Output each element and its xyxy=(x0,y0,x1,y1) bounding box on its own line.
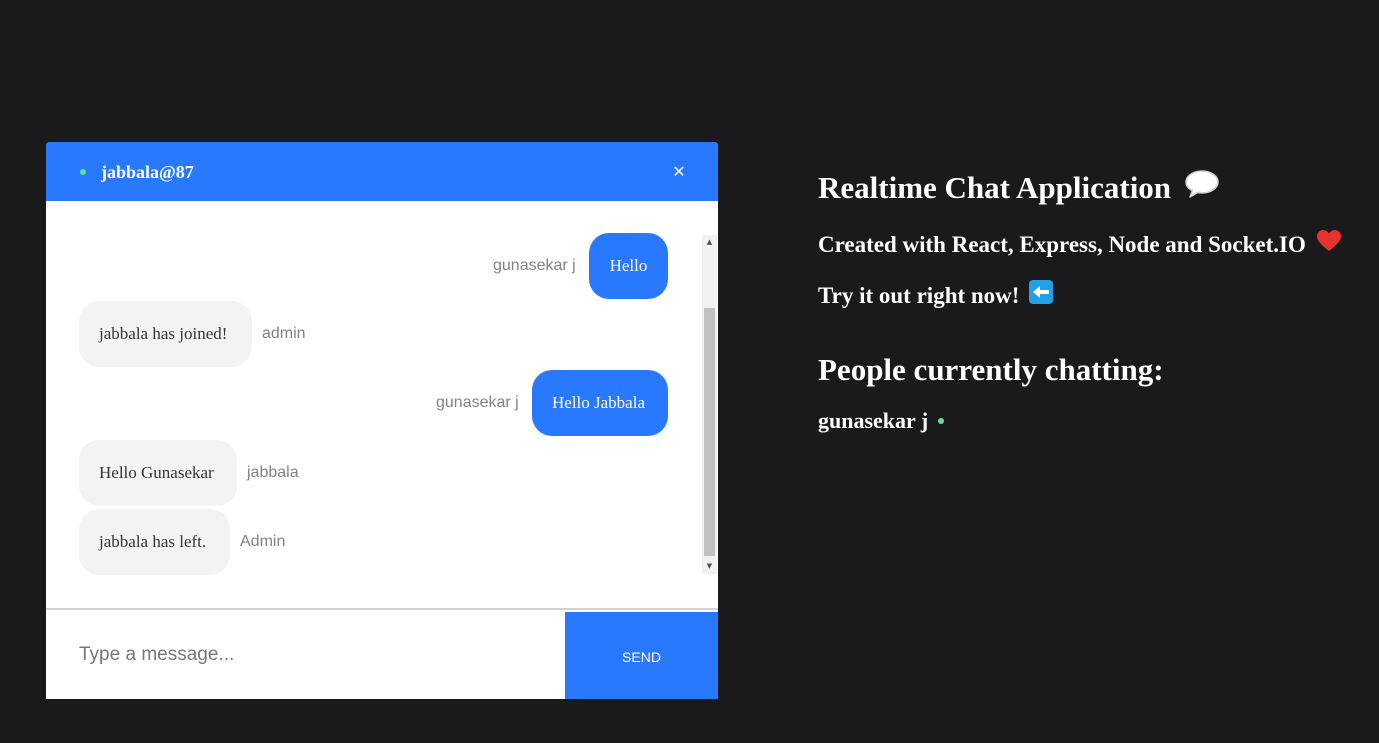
app-title: Realtime Chat Application xyxy=(818,170,1219,209)
message-bubble: jabbala has joined! xyxy=(79,301,252,367)
created-with-text: Created with React, Express, Node and So… xyxy=(818,232,1306,257)
scroll-up-arrow-icon[interactable]: ▲ xyxy=(702,235,717,250)
message-row: jabbala has left. Admin xyxy=(46,509,700,575)
person-name: gunasekar j xyxy=(818,408,929,433)
person-item: gunasekar j xyxy=(818,407,945,435)
scroll-down-arrow-icon[interactable]: ▼ xyxy=(702,559,717,574)
message-sender: Admin xyxy=(240,533,286,550)
try-it-text: Try it out right now! xyxy=(818,283,1020,308)
try-it-line: Try it out right now! xyxy=(818,280,1054,313)
send-button[interactable]: Send xyxy=(565,612,718,699)
room-name: jabbala@87 xyxy=(101,162,194,182)
message-sender: admin xyxy=(262,325,306,342)
message-row: gunasekar j Hello xyxy=(46,233,700,299)
message-sender: gunasekar j xyxy=(436,394,519,411)
left-arrow-icon xyxy=(1029,280,1054,311)
message-composer: Send xyxy=(46,608,718,699)
chat-window: jabbala@87 ✕ gunasekar j Hello jabbala h… xyxy=(46,142,718,699)
created-with-line: Created with React, Express, Node and So… xyxy=(818,229,1342,262)
speech-balloon-icon xyxy=(1185,170,1219,206)
app-title-text: Realtime Chat Application xyxy=(818,170,1172,205)
scroll-thumb[interactable] xyxy=(704,308,715,556)
message-bubble: Hello Gunasekar xyxy=(79,440,237,506)
message-bubble: Hello xyxy=(589,233,668,299)
message-sender: jabbala xyxy=(247,464,299,481)
message-row: gunasekar j Hello Jabbala xyxy=(46,370,700,436)
online-dot-icon xyxy=(938,417,945,424)
message-sender: gunasekar j xyxy=(493,257,576,274)
message-input[interactable] xyxy=(46,610,565,699)
red-heart-icon xyxy=(1316,229,1342,260)
chat-header: jabbala@87 ✕ xyxy=(46,142,718,201)
message-scrollbar[interactable]: ▲ ▼ xyxy=(702,235,717,574)
online-dot-icon xyxy=(80,169,86,175)
message-list[interactable]: gunasekar j Hello jabbala has joined! ad… xyxy=(46,201,718,609)
message-row: jabbala has joined! admin xyxy=(46,301,700,367)
message-bubble: jabbala has left. xyxy=(79,509,230,575)
message-row: Hello Gunasekar jabbala xyxy=(46,440,700,506)
people-title: People currently chatting: xyxy=(818,352,1164,387)
message-bubble: Hello Jabbala xyxy=(532,370,668,436)
close-icon[interactable]: ✕ xyxy=(668,159,690,185)
